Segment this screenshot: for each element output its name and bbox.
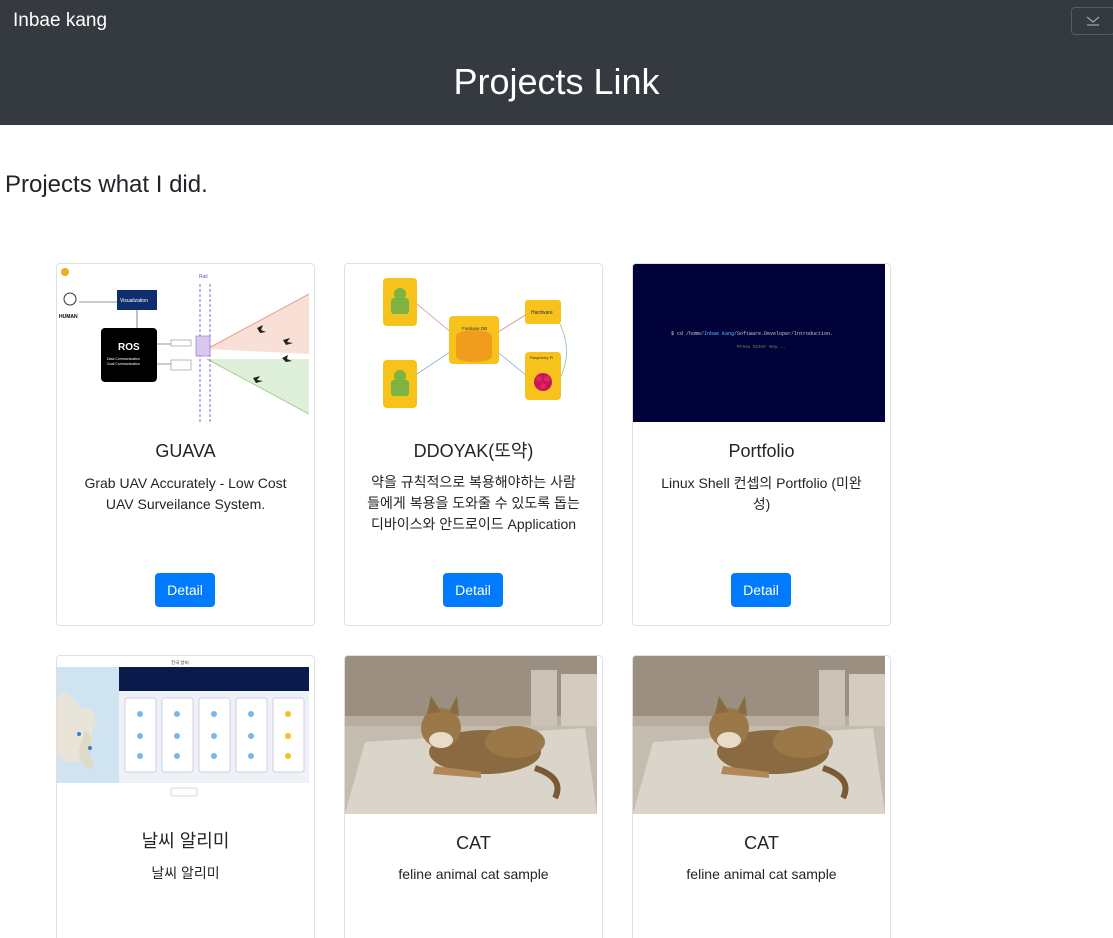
detail-button[interactable]: Detail (443, 573, 503, 607)
guava-goal-comm-label: Goal Communication (107, 362, 140, 366)
page-title: Projects Link (453, 61, 660, 102)
terminal-cmd-prefix: $ cd /home/ (671, 331, 704, 337)
terminal-cmd-highlight: Inbae Kang (704, 331, 734, 337)
card-title: DDOYAK(또약) (413, 441, 534, 461)
ddoyak-firebase-label: Firebase DB (462, 326, 487, 331)
card-title: GUAVA (155, 441, 216, 461)
card-text: feline animal cat sample (398, 866, 549, 882)
card-title: 날씨 알리미 (141, 831, 230, 851)
card-title: CAT (456, 833, 491, 853)
guava-visualization-label: Visualization (120, 298, 148, 304)
project-card-cat-1: CAT feline animal cat sample (344, 655, 603, 938)
cat-photo-image (633, 656, 885, 814)
navbar-brand[interactable]: Inbae kang (13, 9, 107, 33)
section-subtitle: Projects what I did. (5, 171, 208, 198)
ddoyak-hardware-label: Hardware (531, 310, 553, 316)
project-card-portfolio: $ cd /home/Inbae Kang/Software.Developer… (632, 263, 891, 626)
ddoyak-diagram-image: Firebase DB Hardware Raspberry Pi (345, 264, 597, 422)
navbar-toggle-button[interactable] (1071, 7, 1113, 35)
weather-header-label: 전국 날씨 (171, 659, 189, 666)
card-text: 날씨 알리미 (151, 865, 220, 881)
card-text: 약을 규칙적으로 복용해야하는 사람들에게 복용을 도와줄 수 있도록 돕는 디… (367, 474, 580, 532)
terminal-press-enter: Press Enter Key... (737, 344, 786, 350)
guava-human-label: HUMAN (59, 314, 78, 320)
terminal-cmd-suffix: /Software.Developer/Introduction. (734, 331, 833, 337)
ddoyak-raspberry-label: Raspberry Pi (530, 355, 553, 360)
chevron-down-icon (1085, 14, 1101, 28)
portfolio-terminal-image: $ cd /home/Inbae Kang/Software.Developer… (633, 264, 885, 422)
detail-button[interactable]: Detail (731, 573, 791, 607)
detail-button[interactable]: Detail (155, 573, 215, 607)
card-title: CAT (744, 833, 779, 853)
weather-app-image: 전국 날씨 (57, 656, 309, 814)
card-text: Grab UAV Accurately - Low Cost UAV Surve… (84, 475, 287, 512)
card-title: Portfolio (728, 441, 795, 461)
guava-diagram-image: HUMAN Visualization ROS Data Communicati… (57, 264, 309, 422)
card-text: Linux Shell 컨셉의 Portfolio (미완성) (661, 475, 862, 512)
guava-ros-label: ROS (118, 342, 140, 353)
project-card-cat-2: CAT feline animal cat sample (632, 655, 891, 938)
card-text: feline animal cat sample (686, 866, 837, 882)
cat-photo-image (345, 656, 597, 814)
site-header: Inbae kang Projects Link (0, 0, 1113, 125)
svg-text:$ cd /home/Inbae Kang/Software: $ cd /home/Inbae Kang/Software.Developer… (671, 331, 833, 337)
project-card-weather: 전국 날씨 날씨 알리미 날씨 알리미 (56, 655, 315, 938)
guava-rail-label: Rail (199, 274, 208, 280)
project-card-ddoyak: Firebase DB Hardware Raspberry Pi DDOYAK… (344, 263, 603, 626)
project-card-guava: HUMAN Visualization ROS Data Communicati… (56, 263, 315, 626)
guava-data-comm-label: Data Communication (107, 357, 140, 361)
